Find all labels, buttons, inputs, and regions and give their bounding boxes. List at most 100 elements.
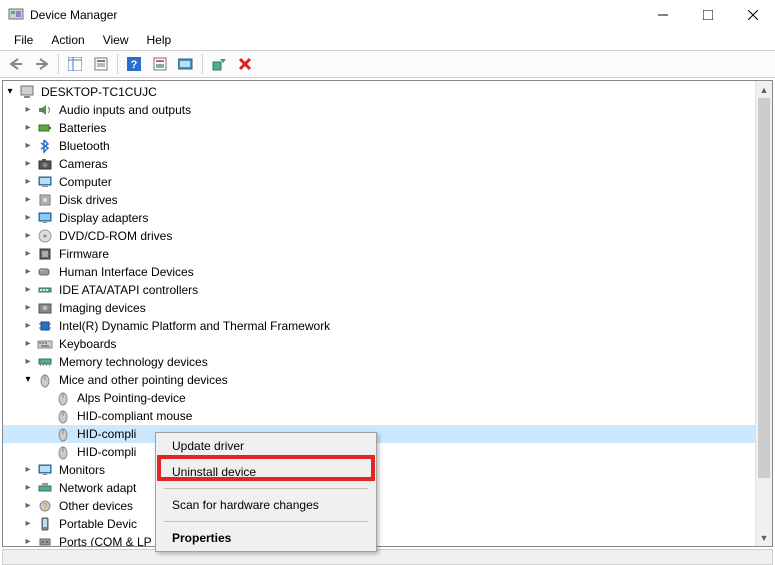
collapse-icon[interactable]: ▾ — [3, 85, 17, 99]
scroll-down-arrow[interactable]: ▼ — [756, 529, 772, 546]
expand-icon[interactable]: ▸ — [21, 283, 35, 297]
tree-device[interactable]: HID-compli — [3, 425, 772, 443]
tree-item-label: DVD/CD-ROM drives — [57, 227, 174, 245]
uninstall-device-button[interactable] — [233, 53, 257, 75]
expand-icon[interactable]: ▸ — [21, 175, 35, 189]
expand-icon[interactable]: ▸ — [21, 193, 35, 207]
tree-root[interactable]: ▾DESKTOP-TC1CUJC — [3, 83, 772, 101]
tree-category[interactable]: ▸ Display adapters — [3, 209, 772, 227]
mouse-icon — [55, 444, 71, 460]
expand-icon[interactable]: ▸ — [21, 121, 35, 135]
expand-icon[interactable]: ▸ — [21, 301, 35, 315]
tree-device[interactable]: HID-compliant mouse — [3, 407, 772, 425]
context-update-driver[interactable]: Update driver — [156, 433, 376, 459]
expand-icon[interactable]: ▸ — [21, 355, 35, 369]
tree-item-label: Batteries — [57, 119, 108, 137]
tree-category[interactable]: ▸ IDE ATA/ATAPI controllers — [3, 281, 772, 299]
tree-category[interactable]: ▸ Firmware — [3, 245, 772, 263]
expand-icon[interactable]: ▸ — [21, 211, 35, 225]
expand-icon[interactable]: ▸ — [21, 139, 35, 153]
menu-action[interactable]: Action — [43, 31, 92, 49]
expand-icon[interactable]: ▸ — [21, 463, 35, 477]
toolbar-separator — [58, 54, 59, 74]
vertical-scrollbar[interactable]: ▲ ▼ — [755, 81, 772, 546]
menu-help[interactable]: Help — [139, 31, 180, 49]
expand-icon[interactable]: ▸ — [21, 481, 35, 495]
expand-icon[interactable]: ▸ — [21, 517, 35, 531]
expand-icon[interactable]: ▸ — [21, 265, 35, 279]
tree-item-label: Intel(R) Dynamic Platform and Thermal Fr… — [57, 317, 332, 335]
tree-category[interactable]: ▸Disk drives — [3, 191, 772, 209]
tree-category[interactable]: ▸ Intel(R) Dynamic Platform and Thermal F… — [3, 317, 772, 335]
context-separator — [164, 488, 368, 489]
minimize-button[interactable] — [640, 0, 685, 30]
expand-icon[interactable]: ▸ — [21, 499, 35, 513]
properties-button[interactable] — [89, 53, 113, 75]
tree-item-label: Firmware — [57, 245, 111, 263]
scan-hardware-button[interactable] — [148, 53, 172, 75]
expand-icon[interactable]: ▸ — [21, 103, 35, 117]
show-hide-tree-button[interactable] — [63, 53, 87, 75]
tree-category[interactable]: ▸Imaging devices — [3, 299, 772, 317]
titlebar: Device Manager — [0, 0, 775, 30]
tree-item-label: Alps Pointing-device — [75, 389, 188, 407]
chip-icon — [37, 318, 53, 334]
tree-device[interactable]: Alps Pointing-device — [3, 389, 772, 407]
tree-item-label: Memory technology devices — [57, 353, 210, 371]
help-button[interactable]: ? — [122, 53, 146, 75]
expand-icon[interactable]: ▸ — [21, 157, 35, 171]
expander-blank — [39, 409, 53, 423]
computer-icon — [37, 174, 53, 190]
memory-icon — [37, 354, 53, 370]
close-button[interactable] — [730, 0, 775, 30]
tree-category[interactable]: ▸ DVD/CD-ROM drives — [3, 227, 772, 245]
expand-icon[interactable]: ▸ — [21, 319, 35, 333]
menu-view[interactable]: View — [95, 31, 137, 49]
tree-category[interactable]: ▸?Other devices — [3, 497, 772, 515]
menu-file[interactable]: File — [6, 31, 41, 49]
collapse-icon[interactable]: ▾ — [21, 373, 35, 387]
computer_root-icon — [19, 84, 35, 100]
tree-item-label: IDE ATA/ATAPI controllers — [57, 281, 200, 299]
back-button[interactable] — [4, 53, 28, 75]
update-driver-button[interactable] — [174, 53, 198, 75]
tree-category[interactable]: ▸Network adapt — [3, 479, 772, 497]
context-scan-hardware[interactable]: Scan for hardware changes — [156, 492, 376, 518]
context-uninstall-device[interactable]: Uninstall device — [156, 459, 376, 485]
device-tree[interactable]: ▾DESKTOP-TC1CUJC▸Audio inputs and output… — [3, 81, 772, 546]
tree-item-label: Display adapters — [57, 209, 150, 227]
portable-icon — [37, 516, 53, 532]
expand-icon[interactable]: ▸ — [21, 535, 35, 546]
toolbar-separator — [117, 54, 118, 74]
tree-category[interactable]: ▸ Batteries — [3, 119, 772, 137]
tree-category[interactable]: ▸ Monitors — [3, 461, 772, 479]
context-properties[interactable]: Properties — [156, 525, 376, 551]
tree-category[interactable]: ▸Ports (COM & LP — [3, 533, 772, 546]
tree-device[interactable]: HID-compli — [3, 443, 772, 461]
expand-icon[interactable]: ▸ — [21, 247, 35, 261]
tree-category[interactable]: ▸Cameras — [3, 155, 772, 173]
firmware-icon — [37, 246, 53, 262]
imaging-icon — [37, 300, 53, 316]
expand-icon[interactable]: ▸ — [21, 337, 35, 351]
maximize-button[interactable] — [685, 0, 730, 30]
display-icon — [37, 210, 53, 226]
expand-icon[interactable]: ▸ — [21, 229, 35, 243]
tree-category[interactable]: ▸Keyboards — [3, 335, 772, 353]
tree-category[interactable]: ▾Mice and other pointing devices — [3, 371, 772, 389]
statusbar — [2, 549, 773, 565]
enable-device-button[interactable] — [207, 53, 231, 75]
forward-button[interactable] — [30, 53, 54, 75]
tree-category[interactable]: ▸ Memory technology devices — [3, 353, 772, 371]
menubar: File Action View Help — [0, 30, 775, 50]
tree-item-label: Monitors — [57, 461, 107, 479]
other-icon: ? — [37, 498, 53, 514]
tree-category[interactable]: ▸Computer — [3, 173, 772, 191]
monitor-icon — [37, 462, 53, 478]
scroll-up-arrow[interactable]: ▲ — [756, 81, 772, 98]
tree-category[interactable]: ▸Human Interface Devices — [3, 263, 772, 281]
scroll-thumb[interactable] — [758, 98, 770, 478]
tree-category[interactable]: ▸Audio inputs and outputs — [3, 101, 772, 119]
tree-category[interactable]: ▸Portable Devic — [3, 515, 772, 533]
tree-category[interactable]: ▸Bluetooth — [3, 137, 772, 155]
